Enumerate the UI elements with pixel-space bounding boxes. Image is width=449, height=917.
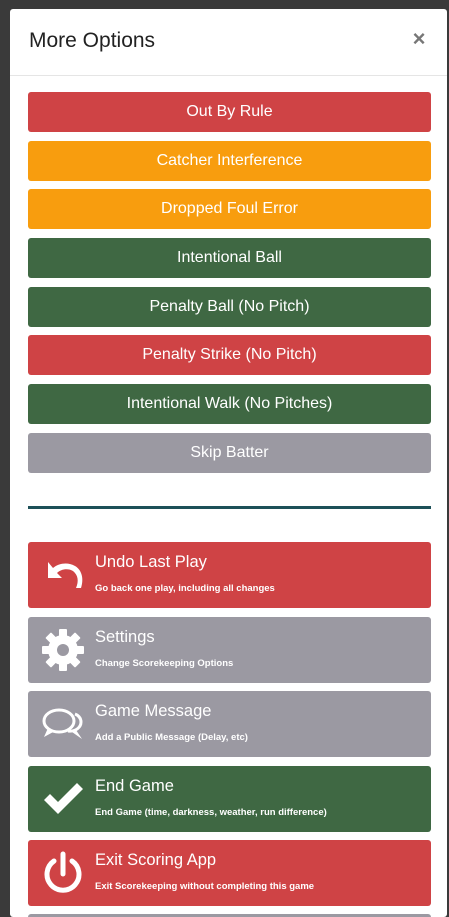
action-title: Game Message <box>95 702 212 720</box>
exit-scoring-app-button[interactable]: Exit Scoring App Exit Scorekeeping witho… <box>28 840 431 906</box>
modal-header: More Options × <box>10 9 447 76</box>
power-icon <box>44 851 82 893</box>
gear-icon <box>42 628 84 671</box>
end-game-button[interactable]: End Game End Game (time, darkness, weath… <box>28 765 431 832</box>
action-subtitle: Go back one play, including all changes <box>95 583 275 594</box>
close-button[interactable]: × <box>407 25 431 53</box>
dropped-foul-error-button[interactable]: Dropped Foul Error <box>28 189 431 230</box>
chat-icon <box>42 708 83 739</box>
section-divider <box>28 506 431 509</box>
modal-title: More Options <box>29 29 156 52</box>
game-message-button[interactable]: Game Message Add a Public Message (Delay… <box>28 691 431 757</box>
undo-last-play-button[interactable]: Undo Last Play Go back one play, includi… <box>28 542 431 608</box>
intentional-walk-button[interactable]: Intentional Walk (No Pitches) <box>28 384 431 425</box>
intentional-ball-button[interactable]: Intentional Ball <box>28 238 431 279</box>
options-list: Out By Rule Catcher Interference Dropped… <box>28 92 431 482</box>
action-title: Undo Last Play <box>95 553 207 571</box>
action-title: End Game <box>95 776 174 795</box>
catcher-interference-button[interactable]: Catcher Interference <box>28 140 431 181</box>
penalty-ball-button[interactable]: Penalty Ball (No Pitch) <box>28 286 431 327</box>
skip-batter-button[interactable]: Skip Batter <box>28 432 431 473</box>
action-subtitle: Exit Scorekeeping without completing thi… <box>95 881 315 892</box>
actions-list: Undo Last Play Go back one play, includi… <box>28 542 431 915</box>
check-icon <box>44 782 83 814</box>
undo-icon <box>48 562 83 588</box>
settings-button[interactable]: Settings Change Scorekeeping Options <box>28 616 431 683</box>
penalty-strike-button[interactable]: Penalty Strike (No Pitch) <box>28 335 431 376</box>
action-title: Settings <box>95 627 155 646</box>
out-by-rule-button[interactable]: Out By Rule <box>28 92 431 132</box>
more-options-modal: More Options × Out By Rule Catcher Inter… <box>10 9 447 917</box>
action-subtitle: Change Scorekeeping Options <box>95 657 234 669</box>
action-subtitle: Add a Public Message (Delay, etc) <box>95 732 248 743</box>
action-title: Exit Scoring App <box>95 851 217 869</box>
action-subtitle: End Game (time, darkness, weather, run d… <box>95 806 327 818</box>
